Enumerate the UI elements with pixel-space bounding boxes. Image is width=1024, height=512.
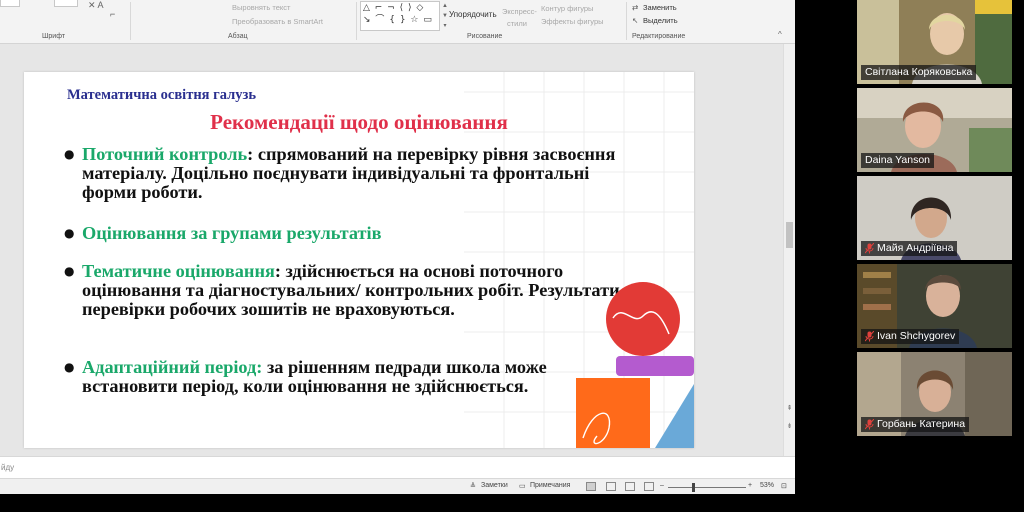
- bullet-dot-icon: ●: [64, 226, 75, 240]
- bullet-item: ● Поточний контроль: спрямований на пере…: [64, 145, 624, 202]
- blue-triangle-shape: [655, 384, 694, 448]
- comments-button[interactable]: Примечания: [530, 482, 570, 489]
- notes-toggle-icon[interactable]: ≜: [470, 482, 476, 490]
- participant-tile[interactable]: Daina Yanson: [857, 88, 1012, 172]
- participant-tile[interactable]: Ivan Shchygorev: [857, 264, 1012, 348]
- zoom-slider[interactable]: [668, 487, 746, 488]
- participants-panel: Світлана Коряковська Daina Yanson Майя А…: [855, 0, 1014, 442]
- mic-off-icon: [865, 418, 874, 429]
- ribbon-separator: [626, 2, 627, 40]
- participant-tile[interactable]: Горбань Катерина: [857, 352, 1012, 436]
- bullet-keyword: Поточний контроль: [82, 144, 248, 164]
- reading-view-icon[interactable]: [625, 482, 635, 491]
- participant-name-label: Майя Андріївна: [861, 241, 958, 256]
- fit-slide-icon[interactable]: ⊡: [781, 482, 787, 490]
- ribbon-separator: [130, 2, 131, 40]
- slideshow-icon[interactable]: [644, 482, 654, 491]
- collapse-ribbon-icon[interactable]: ^: [778, 30, 782, 39]
- orange-square-shape: [576, 378, 650, 448]
- participant-name: Світлана Коряковська: [865, 66, 973, 78]
- font-extra-icon[interactable]: ✕ A: [88, 0, 104, 11]
- bullet-dot-icon: ●: [64, 147, 75, 161]
- bullet-item: ● Адаптаційний період: за рішенням педра…: [64, 358, 624, 396]
- font-color-box[interactable]: [54, 0, 78, 7]
- select-button[interactable]: Выделить: [643, 16, 678, 25]
- express-styles-button-line2[interactable]: стили: [507, 19, 527, 28]
- font-group-label: Шрифт: [42, 33, 66, 40]
- bullet-keyword: Тематичне оцінювання: [82, 261, 275, 281]
- bullet-item: ● Оцінювання за групами результатів: [64, 224, 624, 243]
- normal-view-icon[interactable]: [586, 482, 596, 491]
- paragraph-group-label: Абзац: [228, 33, 248, 40]
- replace-button[interactable]: Заменить: [643, 3, 677, 12]
- font-size-box[interactable]: [0, 0, 20, 7]
- align-text-button[interactable]: Выровнять текст: [232, 3, 290, 12]
- bullet-item: ● Тематичне оцінювання: здійснюється на …: [64, 262, 624, 319]
- convert-smartart-button[interactable]: Преобразовать в SmartArt: [232, 17, 323, 26]
- participant-tile[interactable]: Майя Андріївна: [857, 176, 1012, 260]
- decorative-shapes: [576, 282, 694, 448]
- powerpoint-window: ✕ A ⌐ Шрифт Выровнять текст Преобразоват…: [0, 0, 795, 494]
- zoom-slider-thumb[interactable]: [692, 483, 695, 492]
- notes-placeholder: йду: [1, 463, 15, 472]
- next-slide-icon[interactable]: ⇟: [785, 422, 794, 431]
- zoom-level[interactable]: 53%: [760, 482, 774, 489]
- notes-toggle-button[interactable]: Заметки: [481, 482, 508, 489]
- shape-effects-button[interactable]: Эффекты фигуры: [541, 17, 604, 26]
- bullet-dot-icon: ●: [64, 264, 75, 278]
- slide-sorter-icon[interactable]: [606, 482, 616, 491]
- bullet-dot-icon: ●: [64, 360, 75, 374]
- slide-title: Рекомендації щодо оцінювання: [210, 110, 508, 134]
- shapes-row-2[interactable]: ↘ ⌒ { } ☆ ▭: [363, 14, 439, 26]
- participant-name-label: Ivan Shchygorev: [861, 329, 960, 344]
- participant-name: Майя Андріївна: [877, 242, 954, 254]
- participant-name-label: Горбань Катерина: [861, 417, 970, 432]
- shapes-row-1[interactable]: △ ⌐ ¬ ⟨ ⟩ ◇: [363, 2, 439, 14]
- drawing-group-label: Рисование: [467, 33, 503, 40]
- bullet-keyword: Оцінювання за групами результатів: [82, 223, 382, 243]
- bullet-keyword: Адаптаційний період:: [82, 357, 263, 377]
- font-dialog-launcher-icon[interactable]: ⌐: [110, 9, 115, 19]
- shapes-scroll-up-icon[interactable]: ▲: [441, 2, 449, 10]
- participant-name-label: Daina Yanson: [861, 153, 934, 168]
- participant-name: Daina Yanson: [865, 154, 930, 166]
- participant-tile[interactable]: Світлана Коряковська: [857, 0, 1012, 84]
- ribbon: ✕ A ⌐ Шрифт Выровнять текст Преобразоват…: [0, 0, 795, 44]
- ribbon-separator: [356, 2, 357, 40]
- shapes-scroll-down-icon[interactable]: ▼: [441, 12, 449, 20]
- shapes-gallery[interactable]: △ ⌐ ¬ ⟨ ⟩ ◇ ↘ ⌒ { } ☆ ▭: [360, 1, 440, 31]
- mic-off-icon: [865, 330, 874, 341]
- editing-group-label: Редактирование: [632, 33, 686, 40]
- screen-share-window: ✕ A ⌐ Шрифт Выровнять текст Преобразоват…: [0, 0, 1024, 512]
- zoom-in-button[interactable]: +: [748, 482, 752, 489]
- vertical-scrollbar[interactable]: ⇞ ⇟: [783, 44, 795, 456]
- slide[interactable]: Математична освітня галузь Рекомендації …: [24, 72, 694, 448]
- status-bar: ≜ Заметки ▭ Примечания – + 53% ⊡: [0, 478, 795, 494]
- mic-off-icon: [865, 242, 874, 253]
- select-icon[interactable]: ↖: [632, 16, 638, 25]
- slide-edit-area: Математична освітня галузь Рекомендації …: [0, 44, 783, 456]
- notes-pane[interactable]: йду: [0, 456, 795, 478]
- shapes-more-icon[interactable]: ▾: [441, 22, 449, 30]
- participant-name: Ivan Shchygorev: [877, 330, 956, 342]
- red-circle-shape: [606, 282, 680, 356]
- scrollbar-thumb[interactable]: [786, 222, 793, 248]
- arrange-button[interactable]: Упорядочить: [449, 10, 497, 19]
- replace-icon[interactable]: ⇄: [632, 3, 638, 12]
- slide-header: Математична освітня галузь: [67, 87, 256, 103]
- express-styles-button[interactable]: Экспресс-: [502, 7, 537, 16]
- zoom-out-button[interactable]: –: [660, 482, 664, 489]
- participant-name: Горбань Катерина: [877, 418, 966, 430]
- prev-slide-icon[interactable]: ⇞: [785, 404, 794, 413]
- shape-outline-button[interactable]: Контур фигуры: [541, 4, 593, 13]
- participant-name-label: Світлана Коряковська: [861, 65, 977, 80]
- comments-icon[interactable]: ▭: [519, 482, 526, 490]
- purple-bar-shape: [616, 356, 694, 376]
